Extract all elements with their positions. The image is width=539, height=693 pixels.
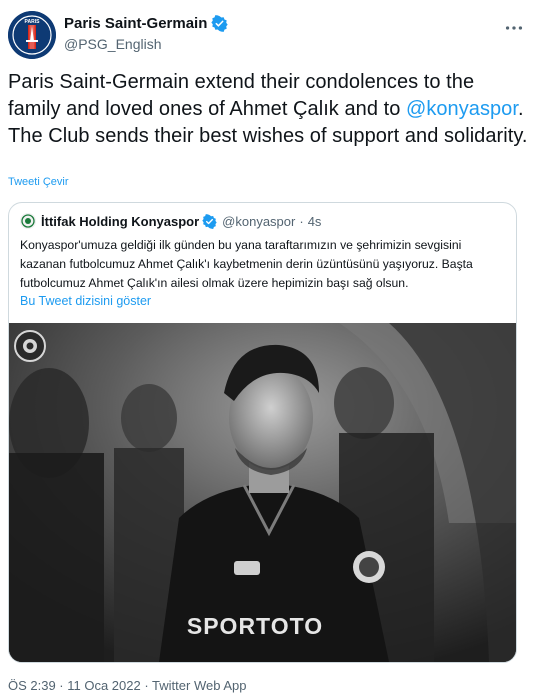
konyaspor-avatar[interactable] <box>20 213 36 229</box>
tweet-text: Paris Saint-Germain extend their condole… <box>8 69 528 150</box>
psg-crest-logo: PARIS <box>8 11 56 59</box>
quoted-handle[interactable]: @konyaspor <box>222 214 295 229</box>
author-display-name[interactable]: Paris Saint-Germain <box>64 15 207 32</box>
quoted-timestamp[interactable]: 4s <box>308 214 322 229</box>
translate-tweet-link[interactable]: Tweeti Çevir <box>8 176 69 188</box>
quoted-tweet[interactable]: İttifak Holding Konyaspor @konyaspor · 4… <box>8 202 517 663</box>
separator-dot: · <box>299 213 304 229</box>
more-options-icon[interactable] <box>503 17 525 39</box>
quoted-photo[interactable]: SPORTOTO <box>9 323 516 662</box>
mention-link[interactable]: @konyaspor <box>406 98 518 120</box>
quoted-tweet-text: Konyaspor'umuza geldiği ilk günden bu ya… <box>20 238 473 290</box>
show-thread-link[interactable]: Bu Tweet dizisini göster <box>20 294 151 308</box>
author-name-row: Paris Saint-Germain <box>64 15 229 32</box>
tweet-header: PARIS Paris Saint-Germain @PSG_English <box>8 11 531 61</box>
svg-text:PARIS: PARIS <box>25 19 41 25</box>
tweet-timestamp[interactable]: ÖS 2:39 · 11 Oca 2022 · Twitter Web App <box>8 678 246 693</box>
psg-avatar[interactable]: PARIS <box>8 11 56 59</box>
author-handle[interactable]: @PSG_English <box>64 36 161 52</box>
tweet-text-part1: Paris Saint-Germain extend their condole… <box>8 71 475 120</box>
quoted-display-name[interactable]: İttifak Holding Konyaspor <box>41 214 199 229</box>
verified-badge-icon <box>211 15 229 32</box>
player-photo: SPORTOTO <box>9 323 516 662</box>
konyaspor-crest-logo <box>20 213 36 229</box>
verified-badge-icon <box>202 213 217 229</box>
jersey-sponsor-text: SPORTOTO <box>187 613 323 639</box>
quoted-tweet-header: İttifak Holding Konyaspor @konyaspor · 4… <box>20 213 321 229</box>
